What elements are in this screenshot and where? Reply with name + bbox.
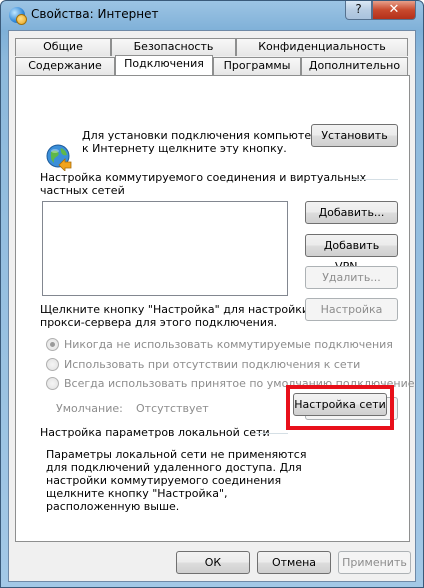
connections-panel: Для установки подключения компьютера к И… [15, 75, 415, 542]
ok-button[interactable]: ОК [176, 551, 250, 574]
lan-text-line5: расположенную выше. [46, 500, 180, 513]
network-globe-icon [46, 144, 72, 171]
lan-text-line1: Параметры локальной сети не применяются [46, 448, 307, 461]
apply-button[interactable]: Применить [338, 551, 411, 574]
window-title: Свойства: Интернет [31, 7, 159, 21]
radio-never-dial[interactable] [46, 338, 59, 351]
add-vpn-button[interactable]: Добавить VPN... [305, 234, 398, 273]
dialup-settings-button[interactable]: Настройка [305, 298, 398, 321]
radio-dial-when-no-network[interactable] [46, 358, 59, 371]
lan-heading: Настройка параметров локальной сети [40, 426, 270, 439]
radio-always-dial-default[interactable] [46, 377, 59, 390]
tab-general[interactable]: Общие [15, 38, 111, 56]
setup-text-line2: к Интернету щелкните эту кнопку. [82, 142, 287, 155]
radio-dial-when-no-network-label: Использовать при отсутствии подключения … [64, 358, 361, 371]
tab-security[interactable]: Безопасность [111, 38, 236, 56]
tab-programs[interactable]: Программы [213, 57, 301, 75]
tab-privacy[interactable]: Конфиденциальность [236, 38, 408, 56]
setup-text-line1: Для установки подключения компьютера [82, 129, 325, 142]
tab-connections[interactable]: Подключения [115, 55, 213, 75]
title-bar[interactable]: Свойства: Интернет ? ✕ [1, 1, 423, 29]
cancel-button[interactable]: Отмена [257, 551, 331, 574]
tab-advanced[interactable]: Дополнительно [301, 57, 408, 75]
internet-properties-window: Свойства: Интернет ? ✕ Общие Безопасност… [0, 0, 424, 588]
connections-listbox[interactable] [42, 201, 288, 296]
lan-text-line2: для подключений удаленного доступа. Для [46, 461, 302, 474]
add-button[interactable]: Добавить... [305, 201, 398, 224]
radio-never-dial-label: Никогда не использовать коммутируемые по… [64, 338, 393, 351]
dialup-heading-line1: Настройка коммутируемого соединения и ви… [40, 171, 367, 184]
default-connection-value: Отсутствует [136, 402, 209, 415]
lan-text-line4: щелкните кнопку "Настройка", [46, 487, 228, 500]
default-connection-label: Умолчание: [56, 402, 123, 415]
remove-button[interactable]: Удалить... [305, 266, 398, 289]
lan-text-line3: настройки коммутируемого соединения [46, 474, 282, 487]
dialup-separator [352, 179, 398, 180]
proxy-hint-line2: прокси-сервера для этого подключения. [40, 316, 278, 329]
tab-content[interactable]: Содержание [15, 57, 115, 75]
dialog-client-area: Общие Безопасность Конфиденциальность Со… [8, 30, 416, 582]
setup-button[interactable]: Установить [311, 124, 398, 147]
dialup-heading-line2: частных сетей [40, 184, 125, 197]
internet-globe-icon [9, 7, 27, 25]
help-button[interactable]: ? [345, 1, 372, 20]
close-button[interactable]: ✕ [372, 1, 416, 20]
lan-separator [256, 433, 288, 434]
lan-settings-button[interactable]: Настройка сети [293, 393, 387, 416]
proxy-hint-line1: Щелкните кнопку "Настройка" для настройк… [40, 303, 310, 316]
